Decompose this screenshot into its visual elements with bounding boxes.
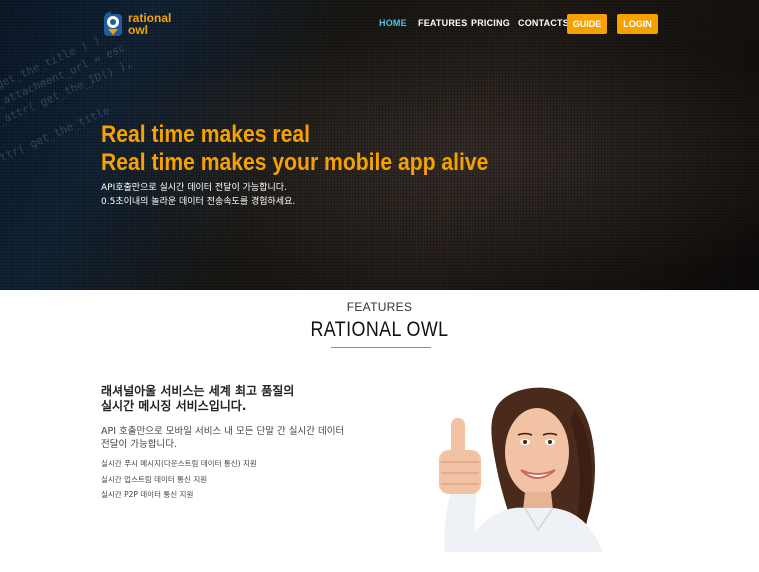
features-title: RATIONAL OWL <box>310 318 449 341</box>
features-kicker: FEATURES <box>346 300 413 314</box>
features-description-line1: API 호출만으로 모바일 서비스 내 모든 단말 간 실시간 데이터 <box>101 426 345 437</box>
feature-list-item: 실시간 P2P 데이터 통신 지원 <box>101 490 194 499</box>
top-navigation: rational owl HOME FEATURES PRICING CONTA… <box>0 0 759 48</box>
hero-title-line2: Real time makes your mobile app alive <box>101 149 489 176</box>
hero-subtitle-line2: 0.5초이내의 놀라운 데이터 전송속도를 경험하세요. <box>101 197 296 207</box>
login-button[interactable]: LOGIN <box>617 14 658 34</box>
nav-link-home[interactable]: HOME <box>379 18 407 28</box>
woman-thumbs-up-image <box>439 387 603 552</box>
logo-text-line2: owl <box>128 23 148 37</box>
features-title-underline <box>331 347 431 348</box>
hero-subtitle-line1: API호출만으로 실시간 데이터 전달이 가능합니다. <box>101 183 287 193</box>
owl-logo-icon <box>104 11 122 36</box>
features-description-line2: 전달이 가능합니다. <box>101 439 177 450</box>
feature-list-item: 실시간 업스트림 데이터 통신 지원 <box>101 475 208 484</box>
brand-logo-text: rational owl <box>128 12 171 36</box>
brand-logo[interactable]: rational owl <box>102 11 174 39</box>
nav-link-features[interactable]: FEATURES <box>418 18 467 28</box>
features-heading-line2: 실시간 메시징 서비스입니다. <box>101 399 247 413</box>
guide-button[interactable]: GUIDE <box>567 14 607 34</box>
feature-list-item: 실시간 푸시 메시지(다운스트림 데이터 통신) 지원 <box>101 459 257 468</box>
hero-title-line1: Real time makes real <box>101 121 310 148</box>
features-heading-line1: 래셔널아울 서비스는 세계 최고 품질의 <box>101 384 295 398</box>
nav-link-contacts[interactable]: CONTACTS <box>518 18 569 28</box>
nav-link-pricing[interactable]: PRICING <box>471 18 510 28</box>
